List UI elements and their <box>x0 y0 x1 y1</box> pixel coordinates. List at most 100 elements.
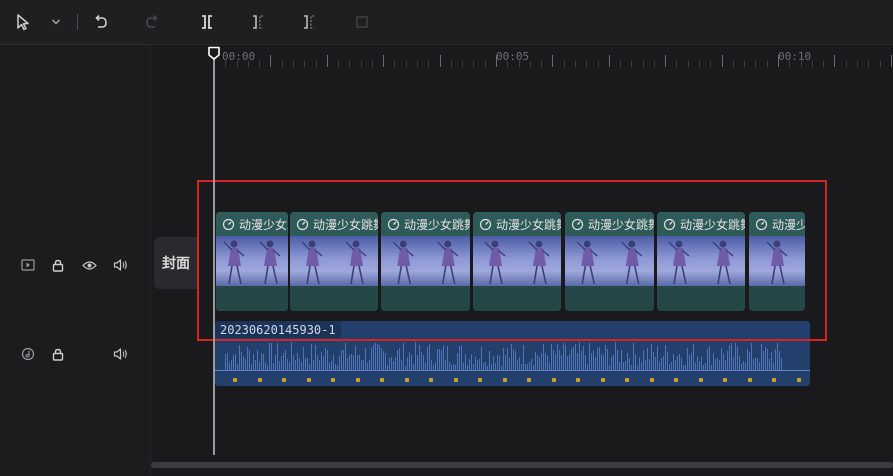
waveform-bar <box>591 353 592 370</box>
ruler-minor-tick <box>856 61 858 67</box>
ruler-minor-tick <box>405 61 407 67</box>
waveform-bar <box>337 365 338 370</box>
waveform-bar <box>407 357 408 370</box>
timeline-horizontal-scrollbar[interactable] <box>151 462 893 468</box>
select-mode-dropdown[interactable] <box>48 0 64 44</box>
delete-button[interactable] <box>351 0 373 44</box>
waveform-bar <box>729 345 730 370</box>
beat-marker[interactable] <box>551 378 556 382</box>
waveform-bar <box>299 358 300 370</box>
beat-marker[interactable] <box>576 378 580 382</box>
ruler-minor-tick <box>450 61 452 67</box>
video-track-lock-button[interactable] <box>50 257 66 273</box>
cover-button[interactable]: 封面 <box>154 237 198 289</box>
beat-marker[interactable] <box>527 378 531 382</box>
waveform-bar <box>667 352 668 370</box>
ruler-minor-tick <box>236 61 238 67</box>
beat-marker[interactable] <box>796 378 801 382</box>
beat-marker[interactable] <box>380 378 384 382</box>
beat-marker[interactable] <box>478 378 482 382</box>
waveform-bar <box>547 356 548 370</box>
time-ruler[interactable]: 00:00 00:05 00:10 <box>151 45 893 71</box>
audio-volume-line[interactable] <box>215 370 810 371</box>
waveform-bar <box>741 364 742 370</box>
waveform-bar <box>483 363 484 370</box>
waveform-bar <box>379 345 380 370</box>
waveform-bar <box>593 350 594 370</box>
audio-track-type-toggle[interactable] <box>20 346 36 362</box>
split-button[interactable] <box>196 0 218 44</box>
waveform-bar <box>701 357 702 370</box>
audio-track-mute-button[interactable] <box>112 346 128 362</box>
redo-button[interactable] <box>141 0 163 44</box>
waveform-bar <box>387 365 388 370</box>
beat-marker[interactable] <box>331 378 335 382</box>
waveform-bar <box>423 355 424 370</box>
waveform-bar <box>247 347 248 370</box>
beat-marker[interactable] <box>649 378 654 382</box>
waveform-bar <box>653 352 654 370</box>
beat-marker[interactable] <box>453 378 458 382</box>
waveform-bar <box>635 354 636 370</box>
audio-track-lock-button[interactable] <box>50 346 66 362</box>
waveform-bar <box>433 365 434 370</box>
waveform-bar <box>721 348 722 370</box>
waveform-bar <box>411 355 412 370</box>
waveform-bar <box>303 347 304 370</box>
waveform-bar <box>645 360 646 370</box>
scrollbar-thumb[interactable] <box>151 462 893 468</box>
video-track-mute-button[interactable] <box>112 257 128 273</box>
waveform-bar <box>535 352 536 370</box>
beat-marker[interactable] <box>698 378 703 382</box>
waveform-bar <box>511 344 512 370</box>
trim-right-button[interactable] <box>298 0 320 44</box>
waveform-bar <box>727 351 728 370</box>
waveform-bar <box>505 355 506 370</box>
beat-marker[interactable] <box>282 378 286 382</box>
beat-marker[interactable] <box>502 378 507 382</box>
ruler-minor-tick <box>699 61 701 67</box>
video-track-visibility-button[interactable] <box>81 257 97 273</box>
playhead-line[interactable] <box>213 52 215 455</box>
trim-left-button[interactable] <box>247 0 269 44</box>
waveform-bar <box>599 347 600 370</box>
waveform-bar <box>249 350 250 370</box>
waveform-bar <box>751 343 752 370</box>
beat-marker[interactable] <box>233 378 237 382</box>
waveform-bar <box>397 350 398 370</box>
waveform-bar <box>689 355 690 370</box>
ruler-major-tick <box>778 55 779 67</box>
video-track-type-toggle[interactable] <box>20 257 36 273</box>
ruler-minor-tick <box>541 61 543 67</box>
waveform-bar <box>481 347 482 370</box>
beat-marker[interactable] <box>600 378 605 382</box>
waveform-bar <box>605 345 606 370</box>
beat-marker[interactable] <box>747 378 752 382</box>
ruler-major-tick <box>383 55 385 67</box>
waveform-bar <box>309 364 310 370</box>
waveform-bar <box>291 342 292 370</box>
ruler-minor-tick <box>586 61 588 67</box>
waveform-bar <box>315 345 316 370</box>
waveform-bar <box>601 354 602 370</box>
undo-button[interactable] <box>90 0 112 44</box>
beat-marker[interactable] <box>625 378 629 382</box>
beat-marker[interactable] <box>404 378 409 382</box>
beat-marker[interactable] <box>429 378 433 382</box>
waveform-bar <box>311 344 312 370</box>
beat-marker[interactable] <box>723 378 727 382</box>
beat-marker[interactable] <box>257 378 262 382</box>
ruler-minor-tick <box>687 61 689 67</box>
waveform-bar <box>561 355 562 370</box>
playhead-handle[interactable] <box>207 45 221 60</box>
beat-marker[interactable] <box>355 378 360 382</box>
ruler-minor-tick <box>281 61 283 67</box>
waveform-bar <box>295 360 296 370</box>
audio-track-controls <box>0 339 150 369</box>
waveform-bar <box>265 362 266 370</box>
beat-marker[interactable] <box>306 378 311 382</box>
beat-marker[interactable] <box>674 378 678 382</box>
ruler-minor-tick <box>631 61 633 67</box>
beat-marker[interactable] <box>772 378 776 382</box>
select-tool-button[interactable] <box>12 0 34 44</box>
